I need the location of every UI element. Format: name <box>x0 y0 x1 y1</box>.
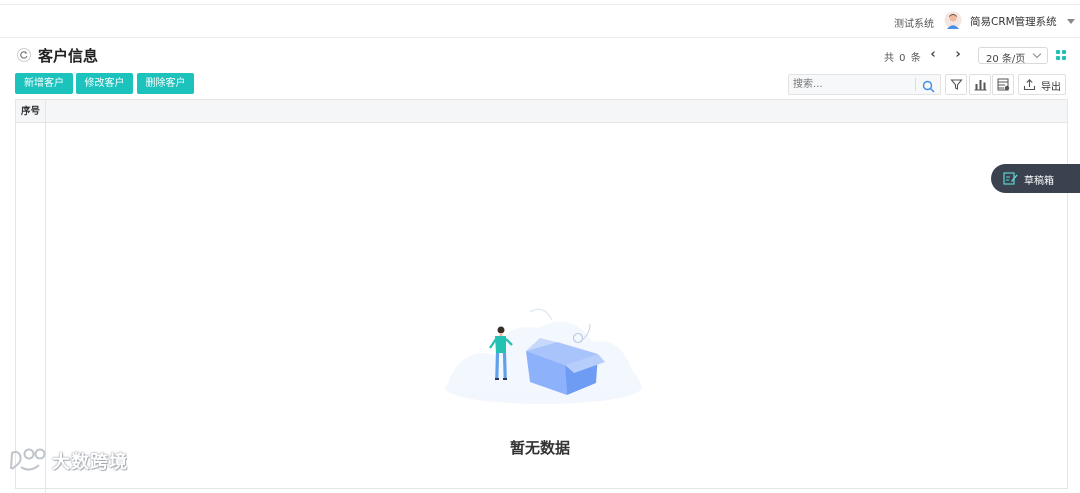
chevron-right-icon[interactable]: › <box>950 46 966 64</box>
export-label: 导出 <box>1041 82 1061 93</box>
filter-button[interactable] <box>945 74 967 95</box>
delete-customer-button[interactable]: 删除客户 <box>137 73 194 94</box>
drafts-label: 草稿箱 <box>1024 176 1054 187</box>
grid-view-icon[interactable] <box>1056 50 1067 61</box>
refresh-icon[interactable] <box>17 48 31 62</box>
column-settings-button[interactable] <box>992 74 1014 95</box>
chart-button[interactable] <box>969 74 991 95</box>
search-icon[interactable] <box>922 78 935 97</box>
add-customer-button[interactable]: 新增客户 <box>15 73 73 94</box>
watermark-text: 大数跨境 <box>52 452 128 473</box>
system-label[interactable]: 测试系统 <box>894 15 934 30</box>
column-header-index[interactable]: 序号 <box>16 100 46 123</box>
search-input[interactable] <box>793 77 913 92</box>
edit-customer-button[interactable]: 修改客户 <box>76 73 133 94</box>
column-divider <box>45 123 46 493</box>
watermark-logo-icon <box>10 448 46 471</box>
search-box <box>788 74 941 95</box>
page-size-select[interactable]: 20 条/页 <box>978 47 1048 65</box>
drafts-button[interactable]: 草稿箱 <box>991 164 1080 193</box>
app-name[interactable]: 简易CRM管理系统 <box>970 14 1057 29</box>
page-size-value: 20 条/页 <box>986 54 1026 65</box>
upload-icon <box>1023 79 1036 91</box>
table-header: 序号 <box>16 100 1067 123</box>
column-settings-icon <box>997 78 1010 91</box>
filter-icon <box>950 79 963 90</box>
total-count: 共 0 条 <box>884 53 921 64</box>
empty-state-text: 暂无数据 <box>510 439 571 457</box>
empty-illustration <box>440 300 645 405</box>
bar-chart-icon <box>974 80 987 91</box>
watermark: 大数跨境 <box>8 445 143 475</box>
top-header: 测试系统 简易CRM管理系统 <box>0 4 1080 38</box>
avatar[interactable] <box>944 11 962 31</box>
search-divider <box>915 78 916 91</box>
customer-table: 序号 <box>15 99 1068 493</box>
caret-down-icon[interactable] <box>1067 19 1075 24</box>
export-button[interactable]: 导出 <box>1018 74 1066 95</box>
page-title: 客户信息 <box>38 47 99 65</box>
edit-note-icon <box>1003 172 1018 185</box>
chevron-left-icon[interactable]: ‹ <box>925 46 941 64</box>
chevron-down-icon <box>1032 49 1042 59</box>
